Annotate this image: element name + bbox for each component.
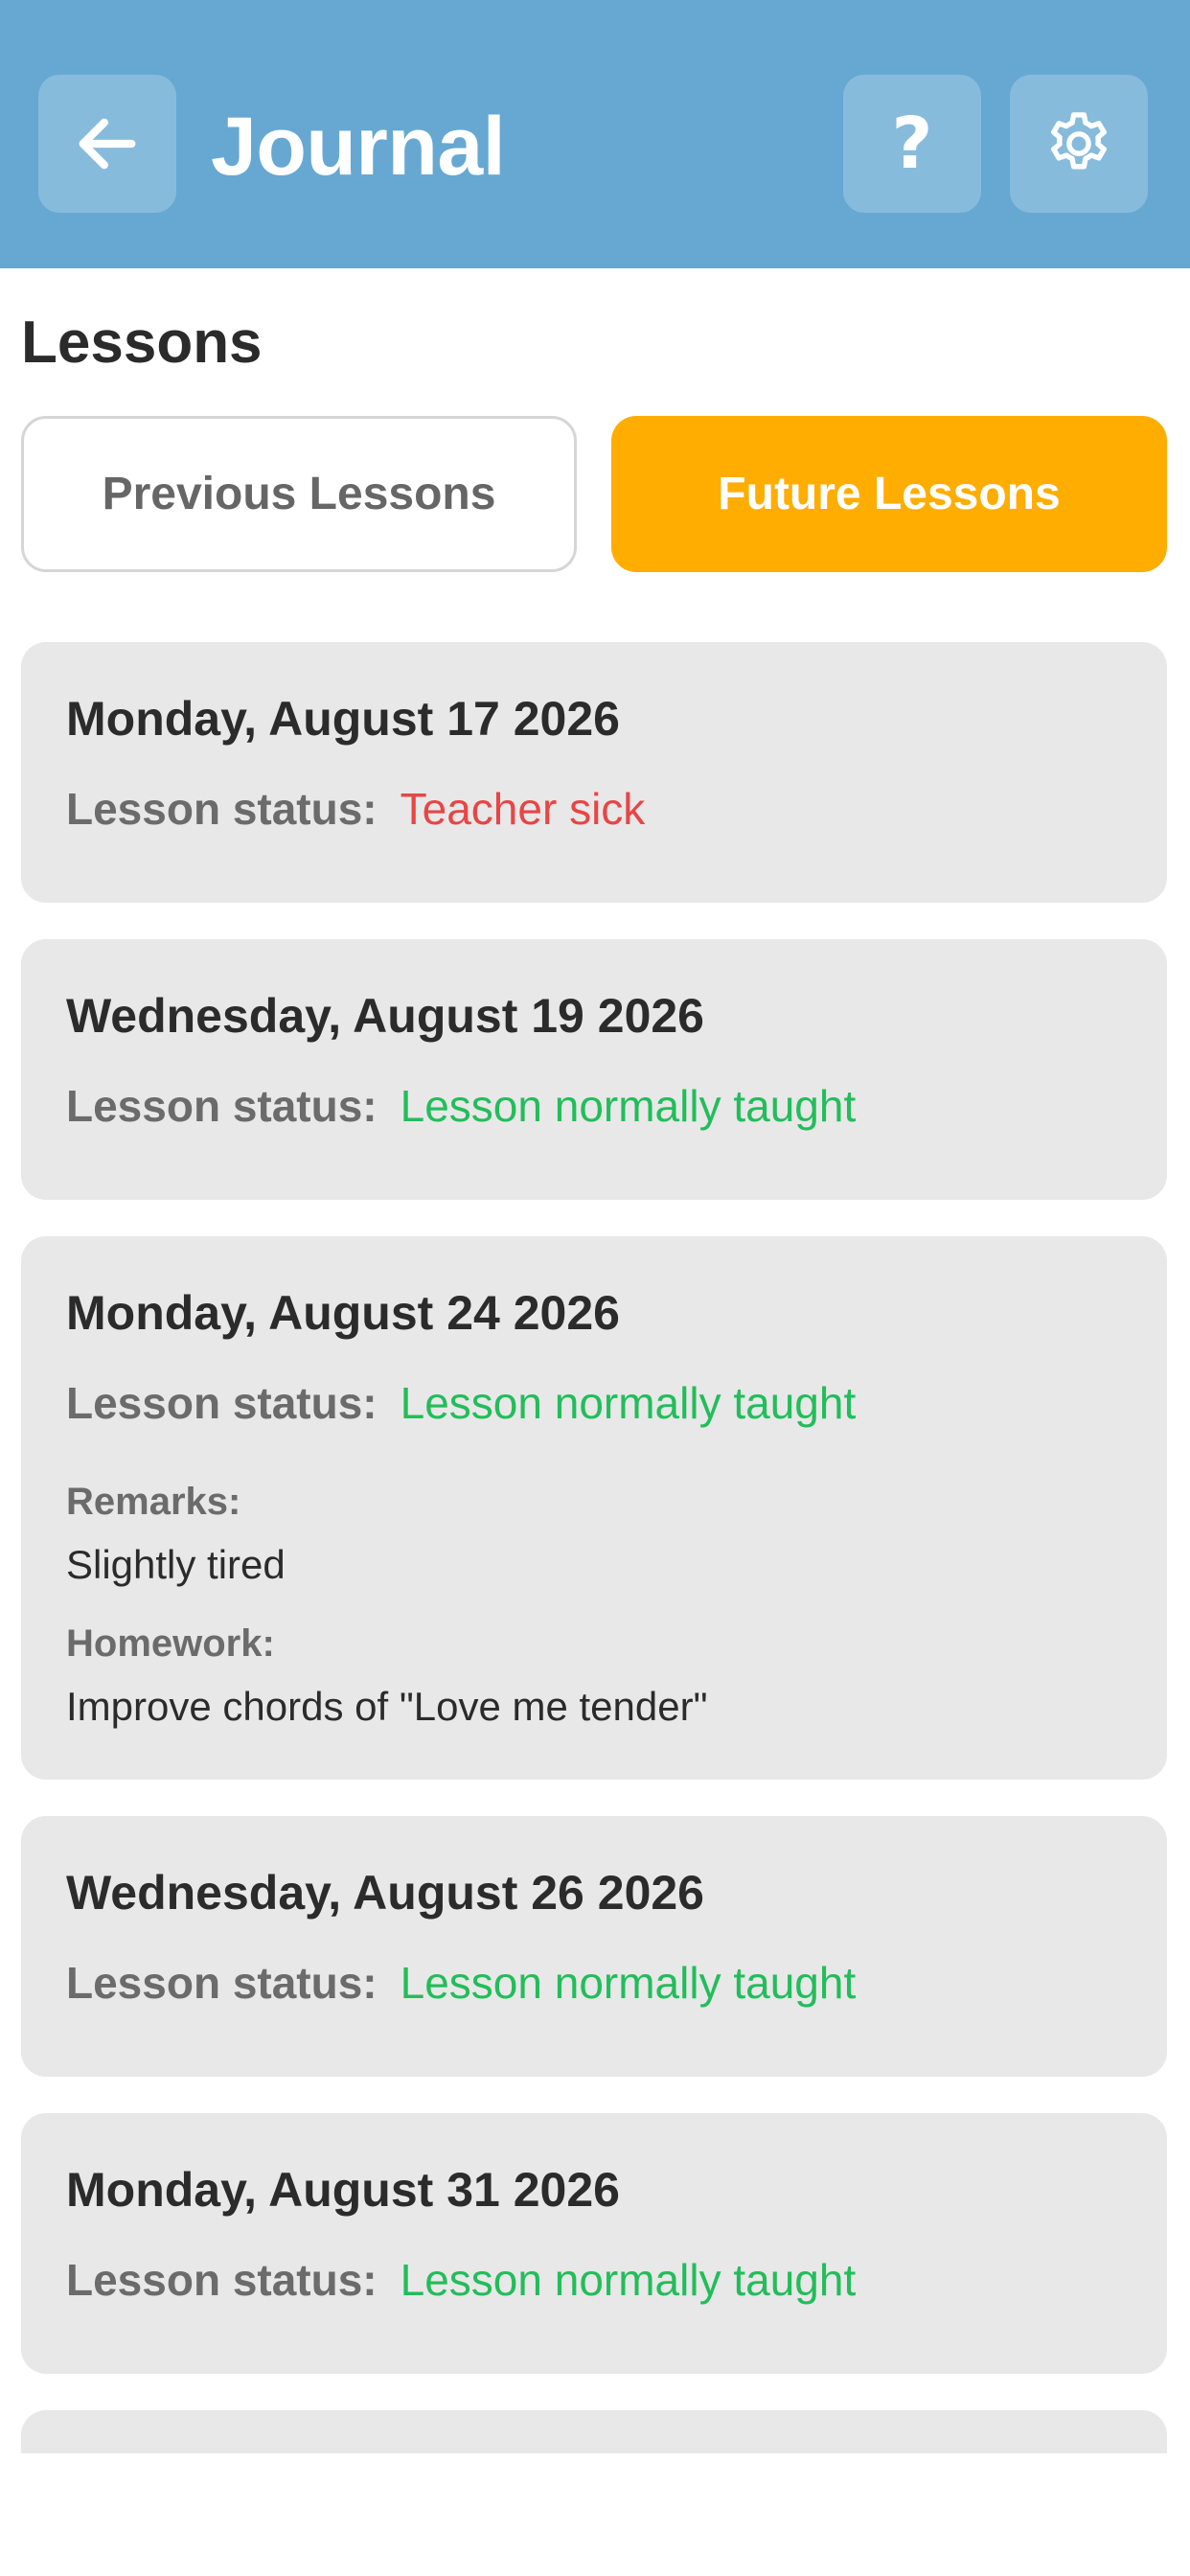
lesson-date: Monday, August 17 2026 — [66, 692, 620, 746]
homework-label: Homework: — [66, 1622, 275, 1665]
settings-button[interactable] — [1010, 75, 1148, 213]
lesson-status-row: Lesson status: Lesson normally taught — [66, 1956, 856, 2010]
lesson-date: Wednesday, August 26 2026 — [66, 1866, 704, 1920]
question-mark-icon: ? — [891, 103, 933, 185]
lesson-card[interactable]: Monday, August 31 2026 Lesson status: Les… — [21, 2113, 1167, 2374]
lesson-status-label: Lesson status: — [66, 1958, 378, 2008]
back-button[interactable] — [38, 75, 176, 213]
lesson-list[interactable]: Monday, August 17 2026 Lesson status: Tea… — [21, 642, 1167, 2453]
remarks-text: Slightly tired — [66, 1542, 286, 1587]
lesson-status-label: Lesson status: — [66, 1081, 378, 1131]
lesson-card[interactable]: Monday, August 24 2026 Lesson status: Les… — [21, 1236, 1167, 1780]
lesson-date: Monday, August 24 2026 — [66, 1286, 620, 1340]
lesson-card[interactable]: Wednesday, August 19 2026 Lesson status:… — [21, 939, 1167, 1200]
lesson-card-partial[interactable] — [21, 2410, 1167, 2453]
lesson-status-label: Lesson status: — [66, 1378, 378, 1428]
lesson-status-value: Lesson normally taught — [400, 1081, 857, 1131]
tab-previous-lessons[interactable]: Previous Lessons — [21, 416, 577, 572]
tab-future-lessons[interactable]: Future Lessons — [611, 416, 1167, 572]
remarks-label: Remarks: — [66, 1481, 241, 1523]
arrow-left-icon — [79, 118, 136, 170]
lesson-status-row: Lesson status: Lesson normally taught — [66, 2253, 856, 2307]
lesson-status-value: Teacher sick — [400, 784, 646, 834]
gear-icon — [1051, 112, 1107, 170]
lesson-status-value: Lesson normally taught — [400, 2255, 857, 2305]
lesson-status-value: Lesson normally taught — [400, 1378, 857, 1428]
lesson-date: Wednesday, August 19 2026 — [66, 989, 704, 1043]
app-header: Journal ? — [0, 0, 1190, 268]
lesson-status-value: Lesson normally taught — [400, 1958, 857, 2008]
page-title: Journal — [211, 101, 506, 193]
homework-text: Improve chords of "Love me tender" — [66, 1684, 708, 1729]
lesson-status-row: Lesson status: Teacher sick — [66, 782, 645, 836]
lesson-status-row: Lesson status: Lesson normally taught — [66, 1079, 856, 1133]
help-button[interactable]: ? — [843, 75, 981, 213]
lesson-date: Monday, August 31 2026 — [66, 2163, 620, 2217]
section-title: Lessons — [21, 310, 263, 376]
lesson-card[interactable]: Monday, August 17 2026 Lesson status: Tea… — [21, 642, 1167, 903]
lesson-card[interactable]: Wednesday, August 26 2026 Lesson status:… — [21, 1816, 1167, 2077]
lesson-status-label: Lesson status: — [66, 2255, 378, 2305]
lesson-status-row: Lesson status: Lesson normally taught — [66, 1376, 856, 1430]
lesson-status-label: Lesson status: — [66, 784, 378, 834]
